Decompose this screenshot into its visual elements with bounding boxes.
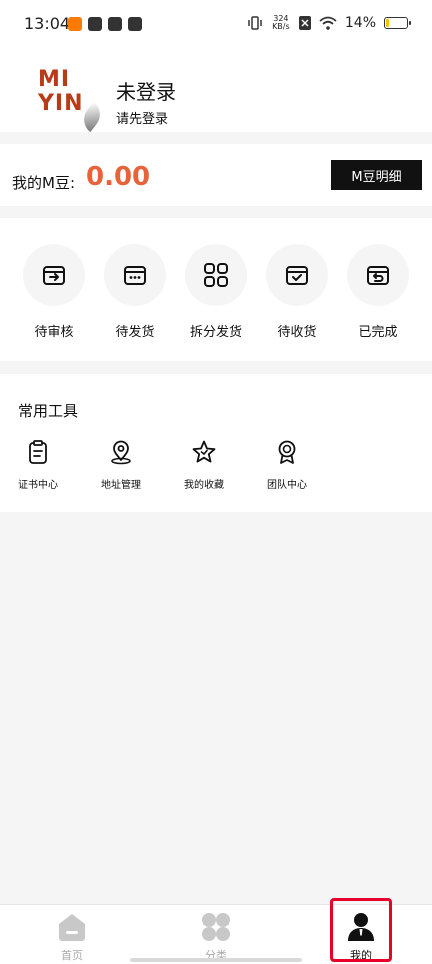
order-item-split-ship[interactable]: 拆分发货 (184, 244, 248, 340)
tool-item-team-center[interactable]: 团队中心 (255, 438, 319, 491)
tab-icon (56, 911, 88, 943)
tool-label: 地址管理 (101, 480, 141, 491)
return-box-icon (367, 266, 389, 285)
sim-off-icon (298, 16, 311, 30)
star-icon (192, 440, 216, 463)
order-label: 已完成 (358, 325, 398, 340)
tool-label: 团队中心 (267, 480, 307, 491)
tool-label: 证书中心 (18, 480, 58, 491)
notification-icons (68, 17, 142, 31)
order-icon-circle (185, 244, 247, 306)
net-speed-unit: KB/s (272, 22, 290, 31)
username[interactable]: 未登录 (116, 76, 176, 105)
profile-header[interactable]: MI YIN 未登录 请先登录 (0, 52, 432, 133)
tab-icon (200, 911, 232, 943)
badge-icon (278, 440, 296, 464)
battery-percent: 14% (344, 15, 376, 31)
mbean-detail-button[interactable]: M豆明细 (331, 160, 422, 190)
app-notification-icon (68, 17, 82, 31)
logo-text: MI YIN (38, 68, 84, 116)
mbean-section: 我的M豆: 0.00 M豆明细 (0, 144, 432, 206)
home-icon (59, 914, 85, 941)
order-item-pending-ship[interactable]: 待发货 (103, 244, 167, 340)
tool-item-favorites[interactable]: 我的收藏 (172, 438, 236, 491)
common-tools-section: 常用工具 证书中心 地址管理 我的收藏 团队中心 (0, 374, 432, 512)
tool-icon (273, 438, 301, 466)
tab-home[interactable]: 首页 (42, 911, 102, 963)
mbean-value: 0.00 (86, 162, 151, 192)
battery-tip (409, 21, 411, 25)
tool-item-address[interactable]: 地址管理 (89, 438, 153, 491)
tab-highlight-box (330, 898, 392, 962)
vibrate-icon (248, 16, 262, 30)
app-logo: MI YIN (38, 68, 107, 133)
order-icon-circle (266, 244, 328, 306)
mbean-label: 我的M豆: (12, 174, 75, 192)
login-hint[interactable]: 请先登录 (116, 108, 168, 127)
location-pin-icon (111, 440, 131, 465)
logo-line2: YIN (38, 91, 84, 116)
order-label: 待审核 (34, 325, 74, 340)
clover-icon (202, 913, 230, 941)
arrow-box-icon (43, 266, 65, 285)
net-speed: 324 KB/s (271, 15, 291, 31)
sync-notification-icon (88, 17, 102, 31)
order-icon-circle (104, 244, 166, 306)
order-icon-circle (347, 244, 409, 306)
tool-icon (190, 438, 218, 466)
logo-line1: MI (38, 67, 71, 92)
order-item-pending-review[interactable]: 待审核 (22, 244, 86, 340)
order-label: 拆分发货 (189, 325, 242, 340)
tool-icon (24, 438, 52, 466)
order-item-pending-receive[interactable]: 待收货 (265, 244, 329, 340)
wifi-icon (319, 16, 337, 30)
battery-fill (386, 19, 389, 27)
calendar-notification-icon (128, 17, 142, 31)
status-time: 13:04 (24, 14, 71, 33)
order-item-completed[interactable]: 已完成 (346, 244, 410, 340)
order-icon-circle (23, 244, 85, 306)
tab-category[interactable]: 分类 (186, 911, 246, 963)
tool-icon (107, 438, 135, 466)
order-label: 待发货 (115, 325, 155, 340)
tools-title: 常用工具 (18, 402, 79, 420)
tool-item-certificates[interactable]: 证书中心 (6, 438, 70, 491)
order-label: 待收货 (277, 325, 317, 340)
gesture-home-bar[interactable] (130, 958, 302, 962)
status-bar: 13:04 324 KB/s 14% (0, 0, 432, 52)
check-box-icon (286, 266, 308, 285)
mail-notification-icon (108, 17, 122, 31)
battery-icon (384, 17, 411, 29)
tab-label: 首页 (61, 949, 83, 962)
tool-label: 我的收藏 (184, 480, 224, 491)
clipboard-icon (29, 440, 47, 464)
status-right: 324 KB/s 14% (247, 15, 411, 31)
order-status-section: 待审核 待发货 拆分发货 待收货 已完成 (0, 218, 432, 361)
dots-box-icon (124, 266, 146, 285)
grid-icon (204, 263, 228, 287)
